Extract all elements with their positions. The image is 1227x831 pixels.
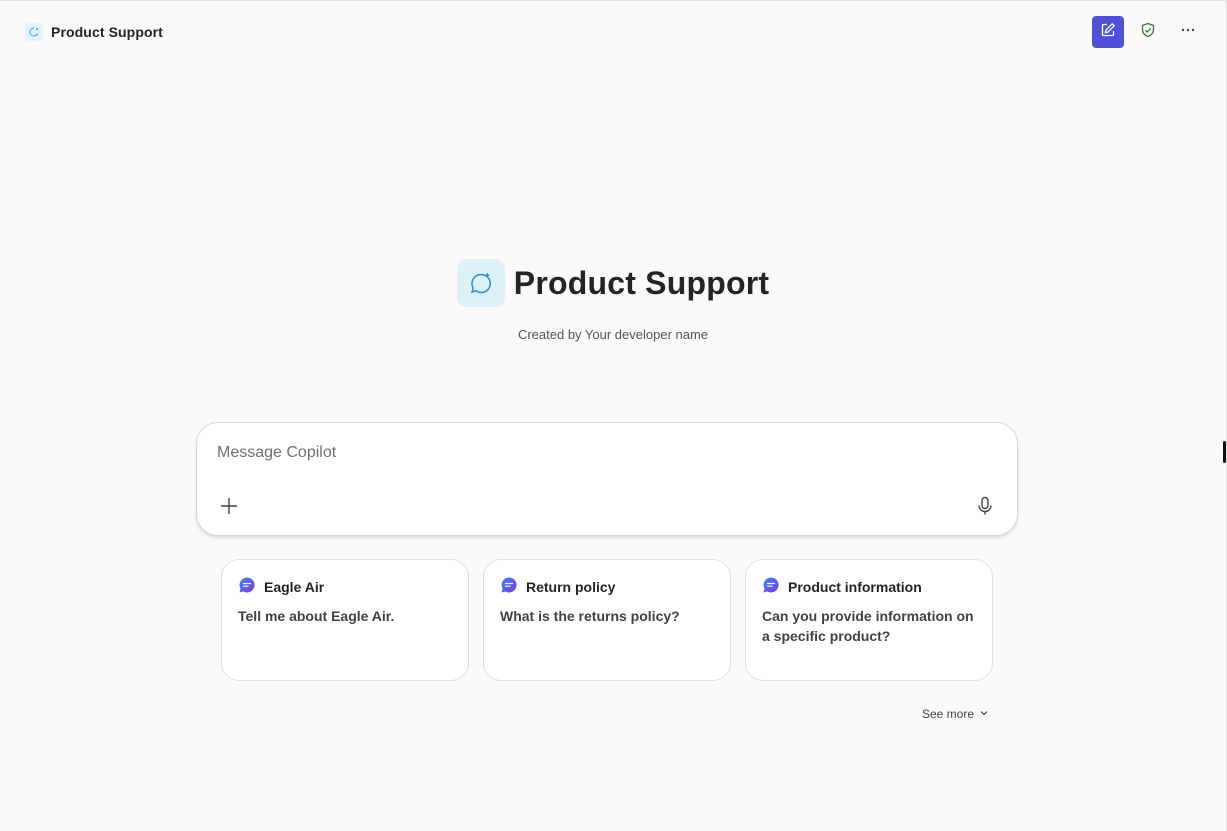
suggestion-title: Product information: [788, 579, 922, 595]
agent-brand: Product Support: [25, 22, 163, 42]
suggestion-card-product-information[interactable]: Product information Can you provide info…: [745, 559, 993, 681]
more-horizontal-icon: [1180, 22, 1196, 43]
suggestion-card-return-policy[interactable]: Return policy What is the returns policy…: [483, 559, 731, 681]
card-header: Eagle Air: [238, 576, 452, 599]
more-options-button[interactable]: [1172, 16, 1204, 48]
suggested-prompts: Eagle Air Tell me about Eagle Air. Retur…: [221, 559, 993, 681]
new-chat-button[interactable]: [1092, 16, 1124, 48]
agent-creator: Created by Your developer name: [517, 327, 709, 342]
top-bar: Product Support: [0, 1, 1226, 63]
chat-bubble-icon: [762, 576, 780, 599]
chat-bubble-icon: [238, 576, 256, 599]
see-more-button[interactable]: See more: [922, 707, 989, 721]
add-attachment-button[interactable]: [217, 496, 241, 520]
suggestion-card-eagle-air[interactable]: Eagle Air Tell me about Eagle Air.: [221, 559, 469, 681]
hero-title-row: Product Support: [456, 259, 770, 307]
copilot-app-window: Product Support Product Support Created …: [0, 0, 1227, 831]
plus-icon: [219, 496, 239, 521]
suggestion-prompt: Tell me about Eagle Air.: [238, 608, 395, 624]
agent-hero: Product Support Created by Your develope…: [0, 259, 1226, 342]
header-title: Product Support: [51, 24, 163, 40]
header-actions: [1092, 16, 1204, 48]
chat-bubble-icon: [500, 576, 518, 599]
security-button[interactable]: [1132, 16, 1164, 48]
chat-sparkle-icon: [456, 259, 505, 307]
message-composer: [196, 422, 1018, 536]
card-header: Product information: [762, 576, 976, 599]
chevron-down-icon: [979, 707, 989, 721]
microphone-icon: [976, 496, 994, 521]
suggestion-prompt: Can you provide information on a specifi…: [762, 608, 974, 644]
resize-handle[interactable]: [1223, 441, 1226, 463]
agent-title: Product Support: [513, 264, 770, 301]
suggestion-prompt: What is the returns policy?: [500, 608, 680, 624]
see-more-label: See more: [922, 707, 975, 721]
shield-check-icon: [1140, 22, 1156, 43]
card-header: Return policy: [500, 576, 714, 599]
suggestion-title: Eagle Air: [264, 579, 325, 595]
voice-input-button[interactable]: [973, 496, 997, 520]
suggestion-title: Return policy: [526, 579, 616, 595]
agent-logo-icon: [25, 23, 43, 41]
compose-icon: [1100, 22, 1116, 43]
message-input[interactable]: [217, 439, 977, 467]
